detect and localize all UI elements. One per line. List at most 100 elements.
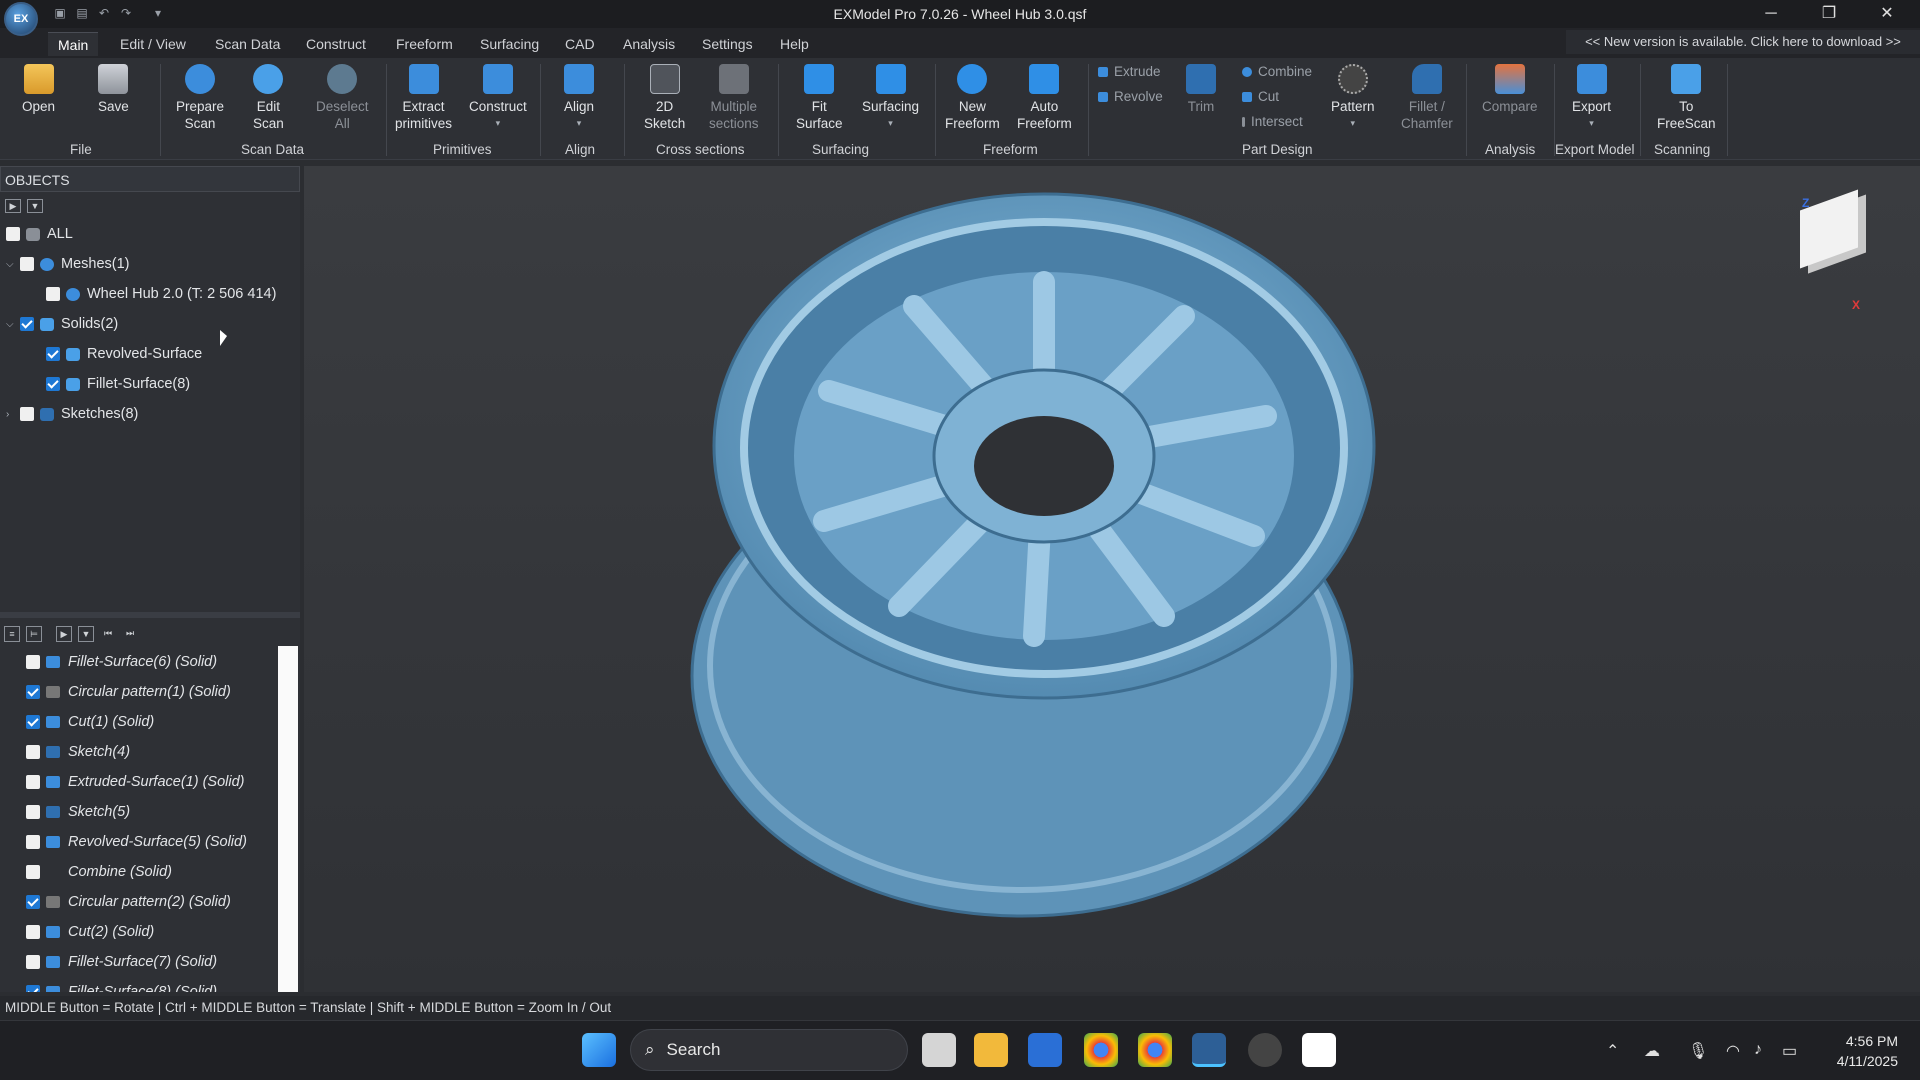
feature-item[interactable]: Fillet-Surface(7) (Solid) [26, 950, 217, 974]
minimize-icon[interactable]: ─ [1748, 2, 1794, 26]
checkbox[interactable] [20, 407, 34, 421]
export-button[interactable]: Export ▾ [1572, 64, 1611, 132]
feature-item[interactable]: Circular pattern(1) (Solid) [26, 680, 231, 704]
wifi-icon[interactable]: ◠ [1726, 1041, 1740, 1061]
tree-item-revolved-surface[interactable]: Revolved-Surface [46, 342, 202, 366]
volume-icon[interactable]: ♪ [1754, 1041, 1762, 1059]
checkbox-checked[interactable] [26, 985, 40, 992]
tab-construct[interactable]: Construct [296, 32, 376, 56]
checkbox[interactable] [26, 745, 40, 759]
tab-analysis[interactable]: Analysis [613, 32, 685, 56]
checkbox[interactable] [46, 287, 60, 301]
tree-item-meshes[interactable]: ⌵ Meshes(1) [6, 252, 130, 276]
wheel-model[interactable] [304, 166, 1920, 992]
checkbox[interactable] [26, 655, 40, 669]
feature-item[interactable]: Extruded-Surface(1) (Solid) [26, 770, 245, 794]
fit-surface-button[interactable]: Fit Surface [796, 64, 843, 132]
tree-view-icon[interactable]: ⊨ [26, 626, 42, 642]
checkbox[interactable] [20, 257, 34, 271]
checkbox-checked[interactable] [26, 685, 40, 699]
tree-item-fillet-surface[interactable]: Fillet-Surface(8) [46, 372, 190, 396]
align-button[interactable]: Align ▾ [564, 64, 594, 132]
feature-item[interactable]: Fillet-Surface(6) (Solid) [26, 650, 217, 674]
tab-settings[interactable]: Settings [692, 32, 763, 56]
close-icon[interactable]: ✕ [1864, 2, 1910, 26]
filter-icon[interactable]: ▼ [27, 199, 43, 213]
feature-item[interactable]: Sketch(5) [26, 800, 130, 824]
update-banner[interactable]: << New version is available. Click here … [1566, 30, 1920, 54]
app-icon[interactable] [1028, 1033, 1062, 1067]
tab-surfacing[interactable]: Surfacing [470, 32, 549, 56]
checkbox-checked[interactable] [46, 347, 60, 361]
checkbox[interactable] [26, 865, 40, 879]
chevron-up-icon[interactable]: ⌃ [1606, 1041, 1619, 1061]
tree-item-all[interactable]: ALL [6, 222, 73, 246]
fillet-chamfer-button[interactable]: Fillet / Chamfer [1401, 64, 1453, 132]
capcut-icon[interactable] [1302, 1033, 1336, 1067]
tab-scan-data[interactable]: Scan Data [205, 32, 290, 56]
task-view-icon[interactable] [922, 1033, 956, 1067]
tab-cad[interactable]: CAD [555, 32, 605, 56]
obs-icon[interactable] [1248, 1033, 1282, 1067]
surfacing-button[interactable]: Surfacing ▾ [862, 64, 919, 132]
pattern-button[interactable]: Pattern ▾ [1331, 64, 1375, 132]
feature-item[interactable]: Cut(1) (Solid) [26, 710, 154, 734]
feature-item[interactable]: Fillet-Surface(8) (Solid) [26, 980, 217, 992]
feature-item[interactable]: Sketch(4) [26, 740, 130, 764]
checkbox[interactable] [26, 805, 40, 819]
filter-icon[interactable]: ▼ [78, 626, 94, 642]
onedrive-icon[interactable]: ☁ [1644, 1041, 1660, 1061]
3d-viewport[interactable]: Z X [304, 166, 1920, 992]
construct-button[interactable]: Construct ▾ [469, 64, 527, 132]
extrude-button[interactable]: Extrude [1098, 64, 1161, 79]
tree-item-sketches[interactable]: › Sketches(8) [6, 402, 138, 426]
chevron-down-icon[interactable]: ⌵ [6, 319, 18, 330]
to-freescan-button[interactable]: To FreeScan [1657, 64, 1716, 132]
revolve-button[interactable]: Revolve [1098, 89, 1163, 104]
tab-main[interactable]: Main [48, 32, 99, 56]
chevron-right-icon[interactable]: › [6, 409, 18, 420]
exmodel-taskbar-icon[interactable] [1192, 1033, 1226, 1067]
checkbox-checked[interactable] [46, 377, 60, 391]
feature-item[interactable]: Circular pattern(2) (Solid) [26, 890, 231, 914]
prepare-scan-button[interactable]: Prepare Scan [176, 64, 224, 132]
checkbox[interactable] [6, 227, 20, 241]
checkbox[interactable] [26, 835, 40, 849]
cut-button[interactable]: Cut [1242, 89, 1279, 104]
checkbox[interactable] [26, 775, 40, 789]
tab-help[interactable]: Help [770, 32, 819, 56]
checkbox-checked[interactable] [26, 715, 40, 729]
expand-all-icon[interactable]: ▶ [5, 199, 21, 213]
open-button[interactable]: Open [22, 64, 55, 115]
play-icon[interactable]: ▶ [56, 626, 72, 642]
new-freeform-button[interactable]: New Freeform [945, 64, 1000, 132]
extract-primitives-button[interactable]: Extract primitives [395, 64, 452, 132]
clock[interactable]: 4:56 PM 4/11/2025 [1837, 1031, 1898, 1071]
taskbar-search[interactable]: ⌕ Search [630, 1029, 908, 1071]
scrollbar[interactable] [278, 646, 298, 992]
tree-item-wheel-hub-mesh[interactable]: Wheel Hub 2.0 (T: 2 506 414) [46, 282, 276, 306]
combine-button[interactable]: Combine [1242, 64, 1312, 79]
chevron-down-icon[interactable]: ⌵ [6, 259, 18, 270]
intersect-button[interactable]: Intersect [1242, 114, 1303, 129]
battery-icon[interactable]: ▭ [1782, 1041, 1797, 1061]
sketch-2d-button[interactable]: 2D Sketch [644, 64, 685, 132]
skip-last-icon[interactable]: ⏭ [122, 626, 138, 642]
feature-item[interactable]: Combine (Solid) [26, 860, 172, 884]
feature-item[interactable]: Cut(2) (Solid) [26, 920, 154, 944]
tab-edit-view[interactable]: Edit / View [110, 32, 196, 56]
checkbox-checked[interactable] [26, 895, 40, 909]
deselect-all-button[interactable]: Deselect All [316, 64, 369, 132]
multiple-sections-button[interactable]: Multiple sections [709, 64, 759, 132]
compare-button[interactable]: Compare [1482, 64, 1538, 115]
microphone-icon[interactable]: 🎙 [1688, 1041, 1708, 1061]
edit-scan-button[interactable]: Edit Scan [253, 64, 284, 132]
skip-first-icon[interactable]: ⏮ [100, 626, 116, 642]
windows-start-icon[interactable] [582, 1033, 616, 1067]
restore-icon[interactable]: ❐ [1806, 2, 1852, 26]
app-logo[interactable]: EX [4, 2, 38, 36]
save-button[interactable]: Save [98, 64, 129, 115]
checkbox[interactable] [26, 925, 40, 939]
auto-freeform-button[interactable]: Auto Freeform [1017, 64, 1072, 132]
checkbox-checked[interactable] [20, 317, 34, 331]
